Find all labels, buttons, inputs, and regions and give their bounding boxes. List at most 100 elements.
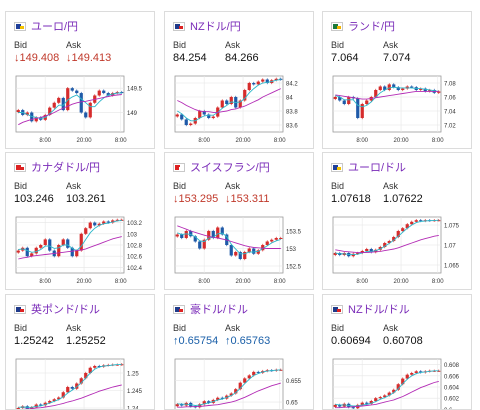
candle-body bbox=[175, 404, 179, 407]
candle-body bbox=[414, 371, 418, 373]
bid-label: Bid bbox=[331, 323, 345, 333]
y-tick-label: 7.02 bbox=[444, 124, 456, 130]
eu-flag-icon bbox=[14, 21, 26, 31]
candle-body bbox=[84, 228, 88, 234]
candle-body bbox=[265, 241, 269, 245]
mini-chart[interactable]: 103.2 103 102.8 102.6 102.4 8:00 20:00 8:00 bbox=[12, 213, 150, 287]
rate-card-gbp-usd[interactable]: 英ポンド/ドル Bid Ask 1.25242 1.25252 1.25 1.24… bbox=[5, 294, 155, 410]
candle-body bbox=[84, 112, 88, 118]
pair-name[interactable]: ユーロ/円 bbox=[31, 18, 78, 34]
mini-chart[interactable]: 0.6550.658:0020:008:00 bbox=[171, 355, 309, 410]
y-tick-label: 1.065 bbox=[444, 264, 460, 270]
candle-body bbox=[401, 228, 405, 231]
x-tick-label: 8:00 bbox=[39, 138, 51, 144]
candle-body bbox=[66, 239, 70, 248]
x-tick-label: 20:00 bbox=[394, 138, 410, 144]
y-tick-label: 149.5 bbox=[127, 87, 143, 93]
candle-body bbox=[57, 97, 61, 103]
mini-chart[interactable]: 7.08 7.06 7.04 7.02 8:00 20:00 8:00 bbox=[329, 72, 467, 146]
card-header: 英ポンド/ドル bbox=[14, 301, 100, 317]
rate-card-nzd-usd[interactable]: NZドル/ドル Bid Ask 0.60694 0.60708 0.608 0.6… bbox=[322, 294, 472, 410]
mini-chart[interactable]: 84.2 84 83.8 83.6 8:00 20:00 8:00 bbox=[171, 72, 309, 146]
rate-card-zar-jpy[interactable]: ランド/円 Bid Ask 7.064 7.074 7.08 7.06 7.04 7.… bbox=[322, 11, 472, 149]
candle-body bbox=[365, 100, 369, 104]
bid-label: Bid bbox=[173, 181, 187, 191]
pair-name[interactable]: ランド/円 bbox=[348, 18, 395, 34]
mini-chart[interactable]: 0.6080.6060.6040.6020.68:0020:008:00 bbox=[329, 355, 467, 410]
candle-body bbox=[378, 86, 382, 90]
y-tick-label: 7.06 bbox=[444, 96, 456, 102]
card-header: NZドル/円 bbox=[173, 18, 241, 34]
candle-body bbox=[252, 83, 256, 85]
mini-chart[interactable]: 153.5 153 152.5 8:00 20:00 8:00 bbox=[171, 213, 309, 287]
y-tick-label: 84.2 bbox=[286, 82, 298, 88]
rate-card-chf-jpy[interactable]: スイスフラン/円 Bid Ask ↓153.295 ↓153.311 153.5… bbox=[164, 152, 314, 290]
y-tick-label: 83.6 bbox=[286, 124, 298, 130]
bid-label: Bid bbox=[331, 40, 345, 50]
rate-card-eur-usd[interactable]: ユーロ/ドル Bid Ask 1.07618 1.07622 1.075 1.07… bbox=[322, 152, 472, 290]
candle-body bbox=[70, 88, 74, 91]
y-tick-label: 1.07 bbox=[444, 244, 456, 250]
y-tick-label: 103 bbox=[127, 232, 138, 238]
card-header: 豪ドル/ドル bbox=[173, 301, 248, 317]
y-tick-label: 149 bbox=[127, 111, 138, 117]
rate-card-nzd-jpy[interactable]: NZドル/円 Bid Ask 84.254 84.266 84.2 84 83.8 8… bbox=[164, 11, 314, 149]
bid-label: Bid bbox=[14, 40, 28, 50]
candle-body bbox=[279, 238, 283, 239]
bid-value: ↓153.295 bbox=[173, 193, 219, 205]
candle-body bbox=[365, 402, 369, 404]
rate-card-cad-jpy[interactable]: カナダドル/円 Bid Ask 103.246 103.261 103.2 103… bbox=[5, 152, 155, 290]
y-tick-label: 102.8 bbox=[127, 244, 143, 250]
candle-body bbox=[356, 98, 360, 118]
nz-flag-icon bbox=[331, 304, 343, 314]
ask-value: 84.266 bbox=[225, 52, 259, 64]
card-header: ユーロ/円 bbox=[14, 18, 78, 34]
candle-body bbox=[75, 250, 79, 257]
y-tick-label: 1.25 bbox=[127, 372, 139, 378]
x-tick-label: 8:00 bbox=[198, 138, 210, 144]
candle-body bbox=[247, 83, 251, 90]
candle-body bbox=[184, 119, 188, 125]
x-tick-label: 8:00 bbox=[198, 279, 210, 285]
mini-chart[interactable]: 1.075 1.07 1.065 8:00 20:00 8:00 bbox=[329, 213, 467, 287]
candle-body bbox=[216, 227, 220, 238]
bid-label: Bid bbox=[331, 181, 345, 191]
pair-name[interactable]: NZドル/ドル bbox=[348, 301, 410, 317]
nz-flag-icon bbox=[173, 21, 185, 31]
mini-chart[interactable]: 1.251.2451.248:0020:008:00 bbox=[12, 355, 150, 410]
candle-body bbox=[93, 366, 97, 368]
bid-value: 103.246 bbox=[14, 193, 54, 205]
rate-card-eur-jpy[interactable]: ユーロ/円 Bid Ask ↓149.408 ↓149.413 149.5 149… bbox=[5, 11, 155, 149]
candle-body bbox=[261, 79, 265, 82]
candle-body bbox=[106, 221, 110, 223]
candle-body bbox=[34, 247, 38, 254]
pair-name[interactable]: ユーロ/ドル bbox=[348, 159, 406, 175]
pair-name[interactable]: カナダドル/円 bbox=[31, 159, 100, 175]
x-tick-label: 20:00 bbox=[77, 138, 93, 144]
ask-label: Ask bbox=[66, 181, 82, 191]
pair-name[interactable]: 豪ドル/ドル bbox=[190, 301, 248, 317]
candle-body bbox=[39, 245, 43, 248]
bid-value: 1.25242 bbox=[14, 335, 54, 347]
y-tick-label: 0.602 bbox=[444, 397, 460, 403]
mini-chart[interactable]: 149.5 149 8:00 20:00 8:00 bbox=[12, 72, 150, 146]
y-tick-label: 103.2 bbox=[127, 221, 143, 227]
candle-body bbox=[387, 84, 391, 90]
candle-body bbox=[79, 233, 83, 251]
candle-body bbox=[347, 97, 351, 104]
candle-body bbox=[198, 111, 202, 118]
za-flag-icon bbox=[331, 21, 343, 31]
pair-name[interactable]: 英ポンド/ドル bbox=[31, 301, 100, 317]
ask-label: Ask bbox=[66, 323, 82, 333]
pair-name[interactable]: スイスフラン/円 bbox=[190, 159, 270, 175]
pair-name[interactable]: NZドル/円 bbox=[190, 18, 241, 34]
candle-body bbox=[342, 100, 346, 104]
ask-label: Ask bbox=[383, 181, 399, 191]
rate-card-aud-usd[interactable]: 豪ドル/ドル Bid Ask ↑0.65754 ↑0.65763 0.655 0.… bbox=[164, 294, 314, 410]
x-tick-label: 8:00 bbox=[274, 279, 286, 285]
candle-body bbox=[79, 93, 83, 113]
y-tick-label: 0.606 bbox=[444, 374, 460, 380]
x-tick-label: 8:00 bbox=[115, 138, 127, 144]
candle-body bbox=[410, 86, 414, 88]
candle-body bbox=[184, 231, 188, 238]
